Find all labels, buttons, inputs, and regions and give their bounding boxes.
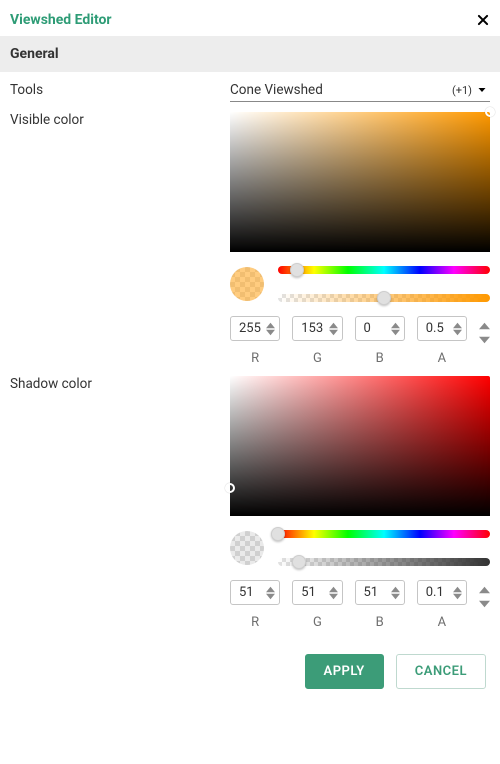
g-label: G bbox=[313, 615, 322, 630]
section-header-general: General bbox=[0, 36, 500, 72]
tools-label: Tools bbox=[10, 82, 220, 102]
b-label: B bbox=[376, 351, 384, 366]
visible-color-label: Visible color bbox=[10, 112, 220, 366]
stepper-icon[interactable] bbox=[329, 322, 338, 336]
visible-a-input[interactable]: 0.5 bbox=[417, 316, 467, 341]
shadow-color-sv-picker[interactable] bbox=[230, 376, 490, 516]
visible-r-input[interactable]: 255 bbox=[230, 316, 280, 341]
visible-color-sv-picker[interactable] bbox=[230, 112, 490, 252]
apply-button[interactable]: APPLY bbox=[305, 654, 384, 689]
shadow-g-input[interactable]: 51 bbox=[292, 580, 342, 605]
alpha-thumb[interactable] bbox=[377, 291, 391, 305]
a-label: A bbox=[438, 615, 446, 630]
stepper-icon[interactable] bbox=[329, 586, 338, 600]
hue-thumb[interactable] bbox=[271, 527, 285, 541]
color-mode-cycle[interactable] bbox=[479, 580, 490, 608]
shadow-b-input[interactable]: 51 bbox=[355, 580, 405, 605]
stepper-icon[interactable] bbox=[453, 322, 462, 336]
chevron-down-icon bbox=[476, 84, 488, 96]
sv-cursor[interactable] bbox=[225, 483, 235, 493]
tools-count-badge: (+1) bbox=[452, 84, 472, 97]
r-label: R bbox=[251, 351, 259, 366]
shadow-a-input[interactable]: 0.1 bbox=[417, 580, 467, 605]
stepper-icon[interactable] bbox=[266, 586, 275, 600]
visible-color-alpha-slider[interactable] bbox=[278, 294, 490, 302]
dialog-title: Viewshed Editor bbox=[10, 12, 112, 28]
shadow-color-label: Shadow color bbox=[10, 376, 220, 630]
hue-thumb[interactable] bbox=[290, 263, 304, 277]
r-label: R bbox=[251, 615, 259, 630]
sv-cursor[interactable] bbox=[485, 107, 495, 117]
visible-color-hue-slider[interactable] bbox=[278, 266, 490, 274]
tools-value: Cone Viewshed bbox=[230, 82, 452, 98]
shadow-r-input[interactable]: 51 bbox=[230, 580, 280, 605]
shadow-color-swatch bbox=[230, 531, 264, 565]
visible-b-input[interactable]: 0 bbox=[355, 316, 405, 341]
alpha-thumb[interactable] bbox=[292, 555, 306, 569]
stepper-icon[interactable] bbox=[453, 586, 462, 600]
stepper-icon[interactable] bbox=[391, 586, 400, 600]
visible-g-input[interactable]: 153 bbox=[292, 316, 342, 341]
cancel-button[interactable]: CANCEL bbox=[396, 654, 486, 689]
stepper-icon[interactable] bbox=[391, 322, 400, 336]
color-mode-cycle[interactable] bbox=[479, 316, 490, 344]
a-label: A bbox=[438, 351, 446, 366]
stepper-icon[interactable] bbox=[266, 322, 275, 336]
tools-dropdown[interactable]: Cone Viewshed (+1) bbox=[230, 82, 490, 102]
close-icon[interactable] bbox=[476, 13, 490, 27]
visible-color-swatch bbox=[230, 267, 264, 301]
shadow-color-hue-slider[interactable] bbox=[278, 530, 490, 538]
g-label: G bbox=[313, 351, 322, 366]
shadow-color-alpha-slider[interactable] bbox=[278, 558, 490, 566]
b-label: B bbox=[376, 615, 384, 630]
